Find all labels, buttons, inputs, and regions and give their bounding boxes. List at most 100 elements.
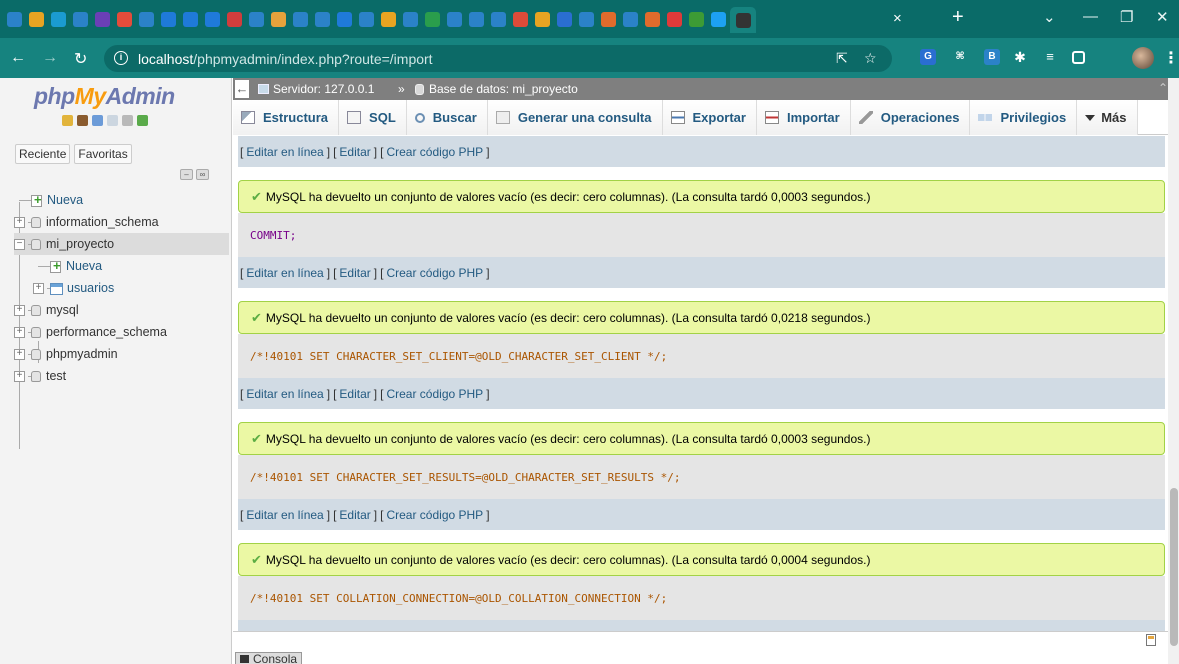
tab-importar[interactable]: Importar bbox=[756, 100, 851, 135]
tab-privilegios[interactable]: Privilegios bbox=[970, 100, 1078, 135]
address-bar[interactable]: i localhost/phpmyadmin/index.php?route=/… bbox=[104, 45, 892, 72]
reload-icon[interactable]: ↻ bbox=[74, 49, 87, 69]
browser-tab-favicon[interactable] bbox=[268, 9, 289, 30]
browser-tab-favicon[interactable] bbox=[158, 9, 179, 30]
browser-tab-favicon[interactable] bbox=[664, 9, 685, 30]
create-php-link[interactable]: Crear código PHP bbox=[386, 266, 483, 280]
reader-extension-icon[interactable]: ⌘ bbox=[952, 49, 968, 65]
breadcrumb-database[interactable]: Base de datos: mi_proyecto bbox=[429, 82, 578, 96]
browser-tabs[interactable] bbox=[4, 7, 756, 33]
browser-tab-favicon[interactable] bbox=[48, 9, 69, 30]
back-icon[interactable]: ← bbox=[10, 49, 26, 67]
tree-item-performance-schema[interactable]: + performance_schema bbox=[14, 321, 229, 343]
browser-tab-favicon[interactable] bbox=[642, 9, 663, 30]
profile-avatar[interactable] bbox=[1132, 47, 1154, 69]
translate-extension-icon[interactable]: G bbox=[920, 49, 936, 65]
expand-icon[interactable]: + bbox=[14, 326, 25, 338]
browser-tab-favicon[interactable] bbox=[576, 9, 597, 30]
side-panel-icon[interactable] bbox=[1072, 51, 1085, 64]
edit-link[interactable]: Editar bbox=[339, 145, 370, 159]
nav-toggle-icon[interactable]: ← bbox=[235, 80, 249, 98]
tree-item-phpmyadmin[interactable]: + phpmyadmin bbox=[14, 343, 229, 365]
browser-tab-favicon[interactable] bbox=[114, 9, 135, 30]
browser-tab-favicon[interactable] bbox=[246, 9, 267, 30]
browser-tab-favicon[interactable] bbox=[510, 9, 531, 30]
browser-tab-favicon[interactable] bbox=[620, 9, 641, 30]
tab-operaciones[interactable]: Operaciones bbox=[850, 100, 971, 135]
docs-icon[interactable] bbox=[107, 115, 118, 126]
edit-link[interactable]: Editar bbox=[339, 266, 370, 280]
browser-tab-favicon[interactable] bbox=[4, 9, 25, 30]
share-icon[interactable]: ⇱ bbox=[836, 50, 848, 67]
reload-nav-icon[interactable] bbox=[137, 115, 148, 126]
edit-inline-link[interactable]: Editar en línea bbox=[246, 387, 323, 401]
collapse-icon[interactable]: − bbox=[14, 238, 25, 250]
browser-tab-favicon[interactable] bbox=[356, 9, 377, 30]
new-tab-button[interactable]: + bbox=[952, 6, 964, 29]
tree-item-mysql[interactable]: + mysql bbox=[14, 299, 229, 321]
tab-generar-una-consulta[interactable]: Generar una consulta bbox=[487, 100, 663, 135]
tab-exportar[interactable]: Exportar bbox=[662, 100, 757, 135]
browser-tab-favicon[interactable] bbox=[26, 9, 47, 30]
browser-tab-favicon[interactable] bbox=[730, 7, 756, 33]
console-tab[interactable]: Consola bbox=[235, 652, 303, 664]
browser-tab-favicon[interactable] bbox=[554, 9, 575, 30]
browser-tab-favicon[interactable] bbox=[180, 9, 201, 30]
settings-gear-icon[interactable] bbox=[122, 115, 133, 126]
collapse-breadcrumb-icon[interactable]: ⌃ bbox=[1158, 81, 1168, 95]
expand-icon[interactable]: + bbox=[33, 282, 44, 294]
tab-sql[interactable]: SQL bbox=[339, 100, 407, 135]
window-close-icon[interactable]: ✕ bbox=[1156, 8, 1169, 26]
browser-tab-favicon[interactable] bbox=[532, 9, 553, 30]
tree-item-usuarios[interactable]: + usuarios bbox=[14, 277, 229, 299]
expand-icon[interactable]: + bbox=[14, 370, 25, 382]
edit-inline-link[interactable]: Editar en línea bbox=[246, 145, 323, 159]
home-icon[interactable] bbox=[62, 115, 73, 126]
create-php-link[interactable]: Crear código PHP bbox=[386, 508, 483, 522]
clipboard-icon[interactable] bbox=[1146, 634, 1156, 646]
tab-recent[interactable]: Reciente bbox=[15, 144, 71, 164]
browser-tab-favicon[interactable] bbox=[422, 9, 443, 30]
browser-tab-favicon[interactable] bbox=[466, 9, 487, 30]
phpmyadmin-logo[interactable]: phpMyAdmin bbox=[34, 83, 175, 110]
create-php-link[interactable]: Crear código PHP bbox=[386, 387, 483, 401]
browser-tab-favicon[interactable] bbox=[444, 9, 465, 30]
link-with-main-icon[interactable]: ∞ bbox=[196, 169, 209, 180]
browser-tab-favicon[interactable] bbox=[70, 9, 91, 30]
browser-tab-favicon[interactable] bbox=[202, 9, 223, 30]
tree-item-information-schema[interactable]: + information_schema bbox=[14, 211, 229, 233]
expand-icon[interactable]: + bbox=[14, 348, 25, 360]
tree-item-nueva[interactable]: Nueva bbox=[14, 255, 229, 277]
edit-link[interactable]: Editar bbox=[339, 387, 370, 401]
expand-icon[interactable]: + bbox=[14, 304, 25, 316]
create-php-link[interactable]: Crear código PHP bbox=[386, 145, 483, 159]
tab-buscar[interactable]: Buscar bbox=[406, 100, 488, 135]
browser-tab-favicon[interactable] bbox=[378, 9, 399, 30]
edit-inline-link[interactable]: Editar en línea bbox=[246, 508, 323, 522]
browser-tab-favicon[interactable] bbox=[290, 9, 311, 30]
edit-inline-link[interactable]: Editar en línea bbox=[246, 266, 323, 280]
tab-search-icon[interactable]: ⌄ bbox=[1043, 8, 1056, 26]
browser-tab-favicon[interactable] bbox=[400, 9, 421, 30]
extensions-puzzle-icon[interactable]: ✱ bbox=[1012, 49, 1028, 65]
site-info-icon[interactable]: i bbox=[114, 51, 128, 65]
browser-tab-favicon[interactable] bbox=[686, 9, 707, 30]
browser-tab-favicon[interactable] bbox=[92, 9, 113, 30]
browser-tab-favicon[interactable] bbox=[488, 9, 509, 30]
edit-link[interactable]: Editar bbox=[339, 508, 370, 522]
expand-icon[interactable]: + bbox=[14, 216, 25, 228]
b-extension-icon[interactable]: B bbox=[984, 49, 1000, 65]
tree-item-mi-proyecto[interactable]: − mi_proyecto bbox=[14, 233, 229, 255]
tab-close-icon[interactable]: × bbox=[893, 10, 902, 27]
logout-icon[interactable] bbox=[77, 115, 88, 126]
browser-tab-favicon[interactable] bbox=[334, 9, 355, 30]
tree-item-test[interactable]: + test bbox=[14, 365, 229, 387]
browser-tab-favicon[interactable] bbox=[136, 9, 157, 30]
minimize-icon[interactable]: — bbox=[1083, 8, 1098, 25]
browser-tab-favicon[interactable] bbox=[598, 9, 619, 30]
browser-menu-icon[interactable]: ⋮ bbox=[1163, 48, 1179, 68]
maximize-icon[interactable]: ❐ bbox=[1120, 8, 1133, 26]
breadcrumb-server[interactable]: Servidor: 127.0.0.1 bbox=[273, 82, 374, 96]
browser-tab-favicon[interactable] bbox=[312, 9, 333, 30]
bookmark-star-icon[interactable]: ☆ bbox=[864, 50, 877, 67]
